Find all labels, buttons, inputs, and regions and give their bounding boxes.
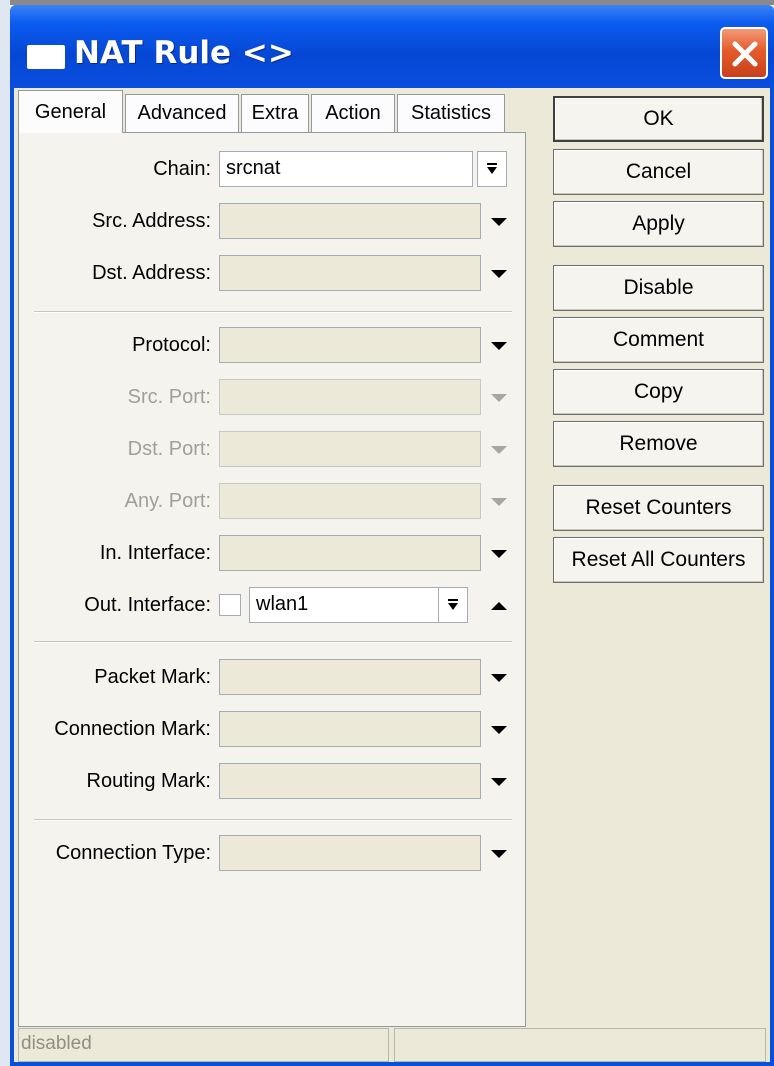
any-port-row: Any. Port: (19, 483, 527, 523)
desktop-left-strip (0, 0, 10, 1066)
out-interface-row: Out. Interface: wlan1 (19, 587, 527, 627)
title-bar[interactable]: NAT Rule <> (10, 5, 774, 88)
routing-mark-input[interactable] (219, 763, 481, 799)
tab-advanced[interactable]: Advanced (125, 94, 239, 132)
status-text: disabled (18, 1028, 389, 1062)
cancel-button[interactable]: Cancel (553, 149, 764, 195)
routing-mark-label: Routing Mark: (86, 770, 212, 792)
tab-extra[interactable]: Extra (241, 94, 309, 132)
dst-port-label: Dst. Port: (127, 438, 211, 460)
window-icon (27, 45, 65, 69)
in-interface-row: In. Interface: (19, 535, 527, 575)
tab-general[interactable]: General (18, 90, 123, 133)
copy-button[interactable]: Copy (553, 369, 764, 415)
any-port-input (219, 483, 481, 519)
src-address-input[interactable] (219, 203, 481, 239)
dst-port-row: Dst. Port: (19, 431, 527, 471)
reset-counters-button[interactable]: Reset Counters (553, 485, 764, 531)
expand-down-icon[interactable] (489, 339, 509, 353)
chain-dropdown-button[interactable] (477, 151, 507, 187)
connection-mark-input[interactable] (219, 711, 481, 747)
chain-row: Chain: srcnat (19, 151, 527, 191)
collapse-up-icon[interactable] (489, 599, 509, 613)
divider (34, 311, 512, 313)
connection-type-input[interactable] (219, 835, 481, 871)
out-interface-negate-checkbox[interactable] (219, 594, 241, 616)
divider (34, 819, 512, 821)
protocol-row: Protocol: (19, 327, 527, 367)
dropdown-icon (448, 599, 458, 610)
divider (34, 641, 512, 643)
expand-down-icon[interactable] (489, 547, 509, 561)
protocol-input[interactable] (219, 327, 481, 363)
apply-button[interactable]: Apply (553, 201, 764, 247)
connection-mark-label: Connection Mark: (54, 718, 211, 740)
expand-down-icon (491, 446, 507, 454)
remove-button[interactable]: Remove (553, 421, 764, 467)
packet-mark-label: Packet Mark: (94, 666, 211, 688)
comment-button[interactable]: Comment (553, 317, 764, 363)
chain-label: Chain: (153, 158, 211, 180)
packet-mark-row: Packet Mark: (19, 659, 527, 699)
expand-down-icon[interactable] (489, 267, 509, 281)
connection-type-label: Connection Type: (55, 842, 211, 864)
expand-down-icon[interactable] (489, 847, 509, 861)
connection-type-row: Connection Type: (19, 835, 527, 875)
expand-down-icon[interactable] (489, 671, 509, 685)
dst-address-label: Dst. Address: (92, 262, 211, 284)
nat-rule-dialog: NAT Rule <> General Advanced Extra Actio… (10, 5, 774, 1066)
tab-action[interactable]: Action (311, 94, 395, 132)
connection-mark-row: Connection Mark: (19, 711, 527, 751)
dialog-client-area: General Advanced Extra Action Statistics… (14, 88, 770, 1062)
tab-statistics[interactable]: Statistics (397, 94, 505, 132)
window-title: NAT Rule <> (74, 35, 294, 71)
dropdown-icon (487, 163, 497, 174)
out-interface-dropdown-button[interactable] (438, 587, 468, 623)
expand-down-icon[interactable] (489, 215, 509, 229)
expand-down-icon[interactable] (489, 775, 509, 789)
src-port-label: Src. Port: (127, 386, 211, 408)
routing-mark-row: Routing Mark: (19, 763, 527, 803)
status-bar: disabled (14, 1028, 770, 1062)
src-port-row: Src. Port: (19, 379, 527, 419)
close-icon (732, 41, 758, 67)
expand-down-icon (491, 498, 507, 506)
ok-button[interactable]: OK (553, 96, 764, 142)
status-secondary (394, 1028, 766, 1062)
src-address-row: Src. Address: (19, 203, 527, 243)
out-interface-input[interactable]: wlan1 (249, 587, 439, 623)
tab-strip: General Advanced Extra Action Statistics (14, 88, 534, 133)
disable-button[interactable]: Disable (553, 265, 764, 311)
in-interface-input[interactable] (219, 535, 481, 571)
dst-address-input[interactable] (219, 255, 481, 291)
protocol-label: Protocol: (132, 334, 211, 356)
packet-mark-input[interactable] (219, 659, 481, 695)
dst-port-input (219, 431, 481, 467)
any-port-label: Any. Port: (124, 490, 211, 512)
dst-address-row: Dst. Address: (19, 255, 527, 295)
in-interface-label: In. Interface: (99, 542, 211, 564)
general-tab-panel: Chain: srcnat Src. Address: Dst. Address… (18, 132, 526, 1027)
expand-down-icon[interactable] (489, 723, 509, 737)
expand-down-icon (491, 394, 507, 402)
reset-all-counters-button[interactable]: Reset All Counters (553, 537, 764, 583)
close-button[interactable] (720, 27, 768, 79)
src-port-input (219, 379, 481, 415)
chain-input[interactable]: srcnat (219, 151, 473, 187)
out-interface-label: Out. Interface: (84, 594, 211, 616)
src-address-label: Src. Address: (92, 210, 211, 232)
